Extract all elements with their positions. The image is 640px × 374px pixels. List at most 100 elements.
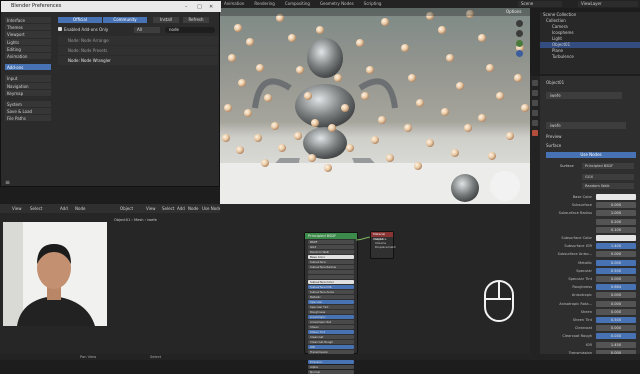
surface-section[interactable]: Surface	[546, 143, 561, 148]
sidebar-item-file-paths[interactable]: File Paths	[5, 115, 51, 123]
tab-workspace[interactable]: Scripting	[362, 1, 384, 6]
menu-add[interactable]: Add	[60, 206, 68, 211]
3d-viewport[interactable]	[220, 8, 530, 204]
hamburger-menu-icon[interactable]: ≡	[5, 179, 10, 186]
node-socket-row[interactable]: Base Color	[308, 255, 354, 259]
node-socket-row[interactable]: Emission	[308, 360, 354, 364]
node-socket-row[interactable]: Clearcoat Rough	[308, 340, 354, 344]
menu-view[interactable]: View	[146, 206, 156, 211]
sidebar-item-system[interactable]: System	[5, 100, 51, 109]
property-value-field[interactable]: 0.000	[596, 276, 636, 282]
material-output-node[interactable]: Material Output Surface Volume Displacem…	[370, 231, 396, 259]
node-socket-row[interactable]: Sheen	[308, 325, 354, 329]
options-dropdown[interactable]: Options	[506, 9, 521, 14]
scene-tab-icon[interactable]	[532, 110, 538, 116]
close-icon[interactable]: ✕	[209, 4, 213, 10]
property-value-field[interactable]: 0.000	[596, 300, 636, 307]
addon-row[interactable]: Node: Node Arrange	[58, 36, 218, 45]
tab-workspace[interactable]: Compositing	[283, 1, 312, 6]
property-value-field[interactable]: 0.100	[596, 226, 636, 233]
zoom-icon[interactable]	[516, 20, 523, 27]
node-socket-row[interactable]: Anisotropic Rot	[308, 320, 354, 324]
property-value-field[interactable]: 0.664	[596, 284, 636, 291]
property-value-field[interactable]: 0.000	[596, 202, 636, 209]
principled-bsdf-node[interactable]: Principled BSDF BSDF GGX Random Walk Base C…	[304, 232, 358, 374]
addon-row[interactable]: Node: Node Presets	[58, 46, 218, 55]
property-value-field[interactable]	[596, 235, 636, 241]
property-value-field[interactable]: 1.400	[596, 243, 636, 250]
sidebar-item-lights[interactable]: Lights	[5, 38, 51, 46]
preview-section[interactable]: Preview	[546, 134, 562, 139]
node-socket-row[interactable]: Subsurface	[308, 260, 354, 264]
property-value-field[interactable]: 0.000	[596, 325, 636, 332]
menu-add[interactable]: Add	[177, 206, 185, 211]
tab-workspace[interactable]: Animation	[222, 1, 246, 6]
sidebar-item-animation[interactable]: Animation	[5, 52, 51, 61]
property-value-field[interactable]	[596, 194, 636, 200]
node-socket-row[interactable]: Anisotropic	[308, 315, 354, 319]
refresh-button[interactable]: Refresh	[183, 17, 209, 23]
node-socket-row[interactable]: IOR	[308, 345, 354, 349]
minimize-icon[interactable]: –	[185, 4, 188, 10]
node-socket-row[interactable]: Clearcoat	[308, 335, 354, 339]
menu-node[interactable]: Node	[75, 206, 85, 211]
sidebar-item-navigation[interactable]: Navigation	[5, 82, 51, 90]
property-value-field[interactable]: 0.000	[596, 251, 636, 258]
property-value-field[interactable]: 0.000	[596, 292, 636, 299]
pan-icon[interactable]	[516, 30, 523, 37]
node-socket-row[interactable]: BSDF	[308, 240, 354, 244]
property-value-field[interactable]: 1.450	[596, 341, 636, 348]
node-socket-row[interactable]: Subsurface IOR	[308, 285, 354, 289]
object-mode-dropdown[interactable]: Object	[120, 206, 133, 211]
material-tab-icon[interactable]	[532, 130, 538, 136]
node-socket-row[interactable]: Specular	[308, 300, 354, 304]
property-value-field[interactable]: 0.000	[596, 308, 636, 315]
node-socket-row[interactable]: Random Walk	[308, 250, 354, 254]
surface-shader-selector[interactable]: Principled BSDF	[582, 163, 634, 169]
node-socket-row[interactable]	[308, 275, 354, 279]
tab-workspace[interactable]: Rendering	[252, 1, 276, 6]
output-tab-icon[interactable]	[532, 100, 538, 106]
perspective-icon[interactable]	[516, 50, 523, 57]
sidebar-item-input[interactable]: Input	[5, 75, 51, 83]
property-value-field[interactable]: 0.200	[596, 218, 636, 225]
sidebar-item-editing[interactable]: Editing	[5, 45, 51, 53]
tab-community[interactable]: Community	[103, 17, 147, 23]
use-nodes-button[interactable]: Use Nodes	[546, 152, 636, 158]
menu-view[interactable]: View	[12, 206, 22, 211]
material-slot[interactable]: iwefe	[546, 92, 622, 99]
node-editor-canvas[interactable]	[220, 204, 530, 354]
category-filter[interactable]: All	[134, 27, 160, 33]
node-socket-row[interactable]: Metallic	[308, 295, 354, 299]
distribution-selector[interactable]: GGX	[582, 174, 634, 180]
property-value-field[interactable]: 0.030	[596, 333, 636, 340]
install-button[interactable]: Install	[153, 17, 179, 23]
node-socket-row[interactable]: Subsurface Color	[308, 280, 354, 284]
outliner-row[interactable]: Turbulence	[540, 54, 640, 60]
camera-icon[interactable]	[516, 40, 523, 47]
sidebar-item-save-load[interactable]: Save & Load	[5, 108, 51, 116]
property-value-field[interactable]: 1.000	[596, 210, 636, 217]
node-socket-row[interactable]: Subsurface Aniso	[308, 290, 354, 294]
sidebar-item-interface[interactable]: Interface	[5, 17, 51, 25]
node-socket-row[interactable]: GGX	[308, 245, 354, 249]
view-layer-selector[interactable]: ViewLayer	[578, 1, 638, 7]
node-socket-row[interactable]	[308, 270, 354, 274]
menu-select[interactable]: Select	[162, 206, 174, 211]
property-value-field[interactable]: 0.500	[596, 267, 636, 274]
material-name-field[interactable]: iwefe	[546, 122, 626, 129]
addon-search-input[interactable]: node	[165, 27, 215, 33]
sidebar-item-addons[interactable]: Add-ons	[5, 64, 51, 72]
addon-row[interactable]: Node: Node Wrangler	[58, 56, 218, 65]
enabled-only-checkbox[interactable]: Enabled Add-ons Only	[58, 27, 108, 32]
node-socket-row[interactable]: Specular Tint	[308, 305, 354, 309]
node-socket-row[interactable]: Normal	[308, 370, 354, 374]
menu-select[interactable]: Select	[30, 206, 42, 211]
maximize-icon[interactable]: □	[197, 4, 202, 10]
property-value-field[interactable]: 0.500	[596, 317, 636, 323]
node-socket-row[interactable]: Subsurface Radius	[308, 265, 354, 269]
object-tab-icon[interactable]	[532, 120, 538, 126]
property-value-field[interactable]: 0.000	[596, 259, 636, 266]
tool-tab-icon[interactable]	[532, 80, 538, 86]
scene-selector[interactable]: Scene	[518, 1, 562, 7]
